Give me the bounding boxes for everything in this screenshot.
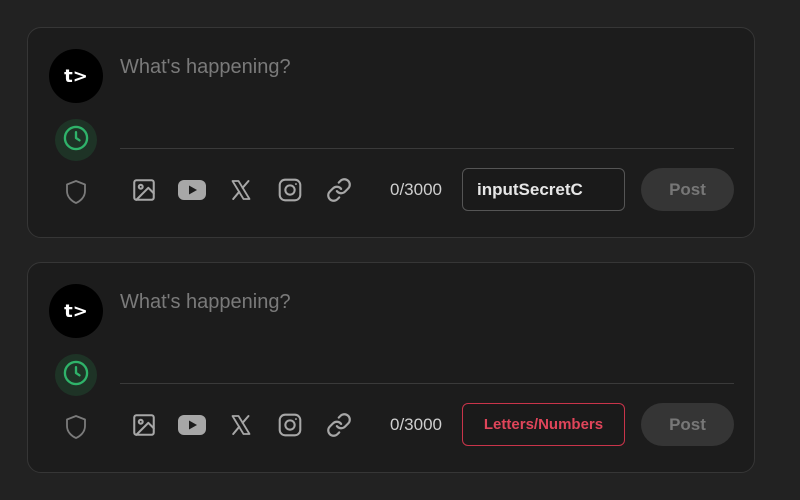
image-icon bbox=[131, 412, 157, 438]
add-instagram-button[interactable] bbox=[276, 411, 304, 439]
shield-icon bbox=[64, 414, 88, 445]
divider bbox=[120, 383, 734, 384]
instagram-icon bbox=[277, 177, 303, 203]
composer-card: t> bbox=[27, 262, 755, 473]
link-icon bbox=[326, 177, 352, 203]
composer-card: t> bbox=[27, 27, 755, 238]
schedule-button[interactable] bbox=[55, 119, 97, 161]
add-youtube-button[interactable] bbox=[178, 176, 206, 204]
add-x-button[interactable] bbox=[227, 176, 255, 204]
clock-icon bbox=[62, 359, 90, 392]
character-counter: 0/3000 bbox=[390, 415, 442, 434]
post-button[interactable]: Post bbox=[641, 403, 734, 446]
privacy-button[interactable] bbox=[63, 414, 89, 445]
add-link-button[interactable] bbox=[325, 411, 353, 439]
secret-input[interactable] bbox=[462, 403, 625, 446]
add-image-button[interactable] bbox=[130, 411, 158, 439]
add-link-button[interactable] bbox=[325, 176, 353, 204]
add-x-button[interactable] bbox=[227, 411, 255, 439]
add-instagram-button[interactable] bbox=[276, 176, 304, 204]
character-counter: 0/3000 bbox=[390, 180, 442, 199]
secret-input[interactable] bbox=[462, 168, 625, 211]
instagram-icon bbox=[277, 412, 303, 438]
compose-input[interactable] bbox=[120, 291, 734, 371]
privacy-button[interactable] bbox=[63, 179, 89, 210]
image-icon bbox=[131, 177, 157, 203]
post-button[interactable]: Post bbox=[641, 168, 734, 211]
avatar: t> bbox=[49, 284, 103, 338]
x-icon bbox=[229, 178, 253, 202]
x-icon bbox=[229, 413, 253, 437]
compose-input[interactable] bbox=[120, 56, 734, 136]
schedule-button[interactable] bbox=[55, 354, 97, 396]
youtube-icon bbox=[178, 179, 206, 201]
add-image-button[interactable] bbox=[130, 176, 158, 204]
clock-icon bbox=[62, 124, 90, 157]
divider bbox=[120, 148, 734, 149]
add-youtube-button[interactable] bbox=[178, 411, 206, 439]
youtube-icon bbox=[178, 414, 206, 436]
link-icon bbox=[326, 412, 352, 438]
shield-icon bbox=[64, 179, 88, 210]
avatar: t> bbox=[49, 49, 103, 103]
